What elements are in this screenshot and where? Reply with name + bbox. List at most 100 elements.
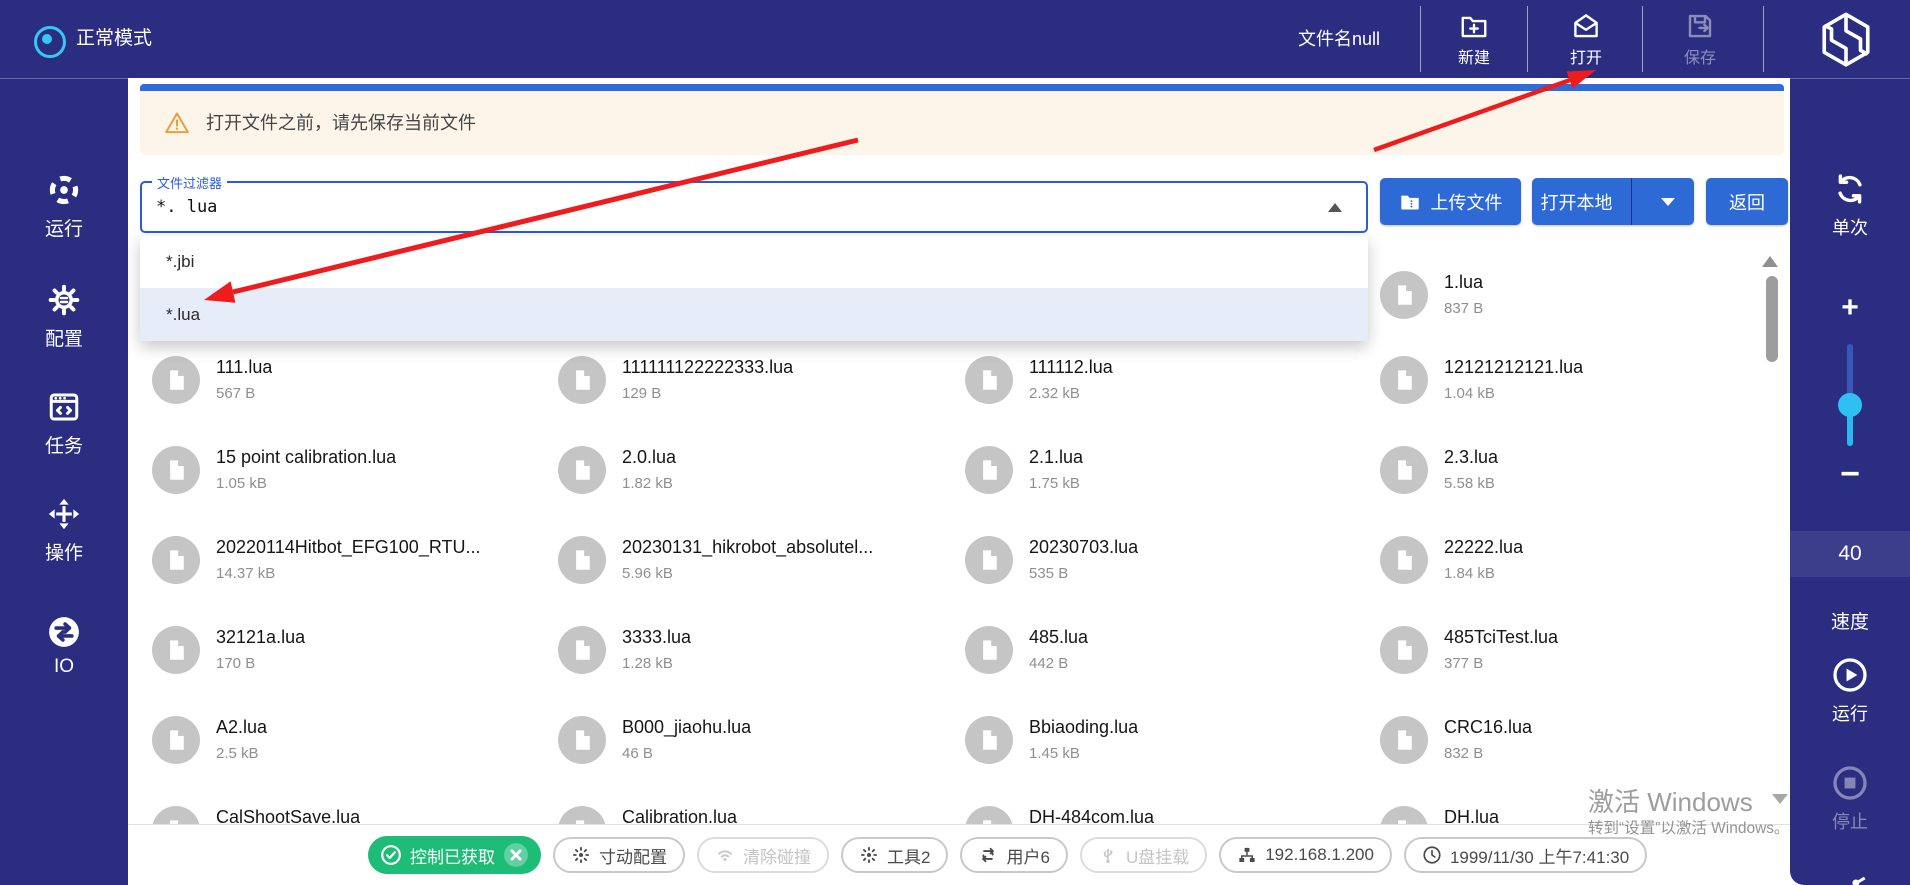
open-button[interactable]: 打开 (1536, 0, 1636, 78)
sidebar-item-run[interactable]: 运行 (0, 173, 128, 241)
file-name: 12121212121.lua (1444, 357, 1583, 378)
file-item[interactable]: 111112.lua2.32 kB (965, 356, 1351, 416)
file-item[interactable]: 32121a.lua170 B (152, 626, 538, 686)
open-local-dropdown-button[interactable] (1642, 178, 1694, 225)
file-item[interactable]: 15 point calibration.lua1.05 kB (152, 446, 538, 506)
cube-logo-icon (1817, 10, 1875, 68)
file-size: 567 B (216, 385, 255, 402)
sync2-icon (859, 845, 879, 865)
filter-option-lua[interactable]: *.lua (140, 288, 1368, 341)
file-icon (1380, 356, 1428, 404)
collapse-caret-icon[interactable] (1328, 203, 1342, 212)
file-item[interactable]: DH-484com.lua (965, 806, 1351, 824)
file-item[interactable]: 20230703.lua535 B (965, 536, 1351, 596)
file-icon (558, 356, 606, 404)
file-filter-input[interactable]: 文件过滤器 *. lua (140, 181, 1368, 233)
file-item[interactable]: 1.lua837 B (1380, 271, 1766, 331)
file-filter-value: *. lua (156, 183, 217, 231)
sidebar-item-operate[interactable]: 操作 (0, 497, 128, 565)
single-cycle-button[interactable]: 单次 (1790, 171, 1910, 240)
file-icon (1380, 271, 1428, 319)
file-item[interactable]: 2.3.lua 5.58 kB (1380, 446, 1766, 506)
speed-slider-thumb[interactable] (1838, 393, 1862, 417)
scroll-up-arrow[interactable] (1762, 256, 1778, 267)
new-button[interactable]: 新建 (1424, 0, 1524, 78)
file-size: 1.82 kB (622, 475, 673, 492)
file-item[interactable]: CRC16.lua832 B (1380, 716, 1766, 776)
file-item[interactable]: 2.0.lua1.82 kB (558, 446, 944, 506)
file-item[interactable]: 485.lua442 B (965, 626, 1351, 686)
file-item[interactable]: CalShootSave.lua (152, 806, 538, 824)
file-item[interactable]: 22222.lua1.84 kB (1380, 536, 1766, 596)
file-name: 2.3.lua (1444, 447, 1498, 468)
file-item[interactable]: 3333.lua 1.28 kB (558, 626, 944, 686)
file-size: 5.58 kB (1444, 475, 1495, 492)
panel-accent-bar (140, 84, 1784, 91)
sidebar-item-io[interactable]: IO (0, 615, 128, 678)
file-item[interactable]: 111.lua567 B (152, 356, 538, 416)
drag-mode-button[interactable]: 拖动 (1790, 873, 1910, 885)
stop-button: 停止 (1790, 765, 1910, 834)
speed-label: 速度 (1790, 607, 1910, 634)
file-item[interactable]: 12121212121.lua1.04 kB (1380, 356, 1766, 416)
pill-label: U盘挂载 (1126, 843, 1189, 868)
speed-decrease-button[interactable]: − (1790, 455, 1910, 494)
file-size: 129 B (622, 385, 661, 402)
sidebar-item-label: 任务 (45, 431, 83, 458)
file-name: 20220114Hitbot_EFG100_RTU... (216, 537, 481, 558)
status-pill-usb-mount: U盘挂载 (1080, 837, 1207, 873)
status-pill-control[interactable]: 控制已获取 (368, 836, 541, 874)
file-size: 5.96 kB (622, 565, 673, 582)
filter-option-jbi[interactable]: *.jbi (140, 236, 1368, 288)
file-icon (965, 536, 1013, 584)
status-pill-jog-config[interactable]: 寸动配置 (553, 837, 685, 873)
file-item[interactable]: DH.lua (1380, 806, 1766, 824)
sidebar-item-label: 配置 (45, 324, 83, 351)
pill-label: 工具2 (887, 843, 930, 868)
toolbar-divider (1527, 6, 1528, 72)
folder-upload-icon (1399, 191, 1421, 213)
file-item[interactable]: Calibration.lua (558, 806, 944, 824)
sidebar-item-label: IO (54, 656, 74, 678)
file-size: 14.37 kB (216, 565, 275, 582)
file-item[interactable]: A2.lua2.5 kB (152, 716, 538, 776)
file-item[interactable]: 20230131_hikrobot_absolutel...5.96 kB (558, 536, 944, 596)
file-item[interactable]: Bbiaoding.lua1.45 kB (965, 716, 1351, 776)
save-icon (1685, 11, 1715, 41)
speed-increase-button[interactable]: + (1790, 291, 1910, 325)
file-size: 1.75 kB (1029, 475, 1080, 492)
run-button[interactable]: 运行 (1790, 657, 1910, 726)
status-pill-tool[interactable]: 工具2 (841, 837, 948, 873)
speed-value[interactable]: 40 (1790, 531, 1910, 577)
file-icon (965, 356, 1013, 404)
upload-file-button[interactable]: 上传文件 (1380, 178, 1521, 225)
save-label: 保存 (1684, 44, 1716, 68)
file-item[interactable]: B000_jiaohu.lua46 B (558, 716, 944, 776)
file-item[interactable]: 111111122222333.lua129 B (558, 356, 944, 416)
single-cycle-label: 单次 (1832, 214, 1868, 240)
status-pill-ip: 192.168.1.200 (1219, 837, 1392, 873)
pill-label: 用户6 (1006, 843, 1049, 868)
file-icon (965, 806, 1013, 824)
file-icon (1380, 536, 1428, 584)
file-size: 1.28 kB (622, 655, 673, 672)
sidebar-item-config[interactable]: 配置 (0, 283, 128, 351)
scrollbar-thumb[interactable] (1766, 276, 1778, 362)
file-item[interactable]: 2.1.lua1.75 kB (965, 446, 1351, 506)
close-circle-icon[interactable] (503, 842, 529, 868)
back-button[interactable]: 返回 (1706, 178, 1788, 225)
file-item[interactable]: 485TciTest.lua377 B (1380, 626, 1766, 686)
open-local-button[interactable]: 打开本地 (1532, 189, 1621, 215)
speed-slider[interactable] (1847, 344, 1853, 446)
status-pill-user[interactable]: 用户6 (960, 837, 1067, 873)
usb-icon (1098, 845, 1118, 865)
sidebar-item-label: 运行 (45, 214, 83, 241)
file-size: 46 B (622, 745, 653, 762)
file-item[interactable]: 20220114Hitbot_EFG100_RTU... 14.37 kB (152, 536, 538, 596)
sidebar-item-task[interactable]: 任务 (0, 390, 128, 458)
file-name: CRC16.lua (1444, 717, 1532, 738)
file-name: 32121a.lua (216, 627, 305, 648)
file-name: 3333.lua (622, 627, 691, 648)
file-name: 111112.lua (1029, 357, 1113, 378)
file-size: 377 B (1444, 655, 1483, 672)
